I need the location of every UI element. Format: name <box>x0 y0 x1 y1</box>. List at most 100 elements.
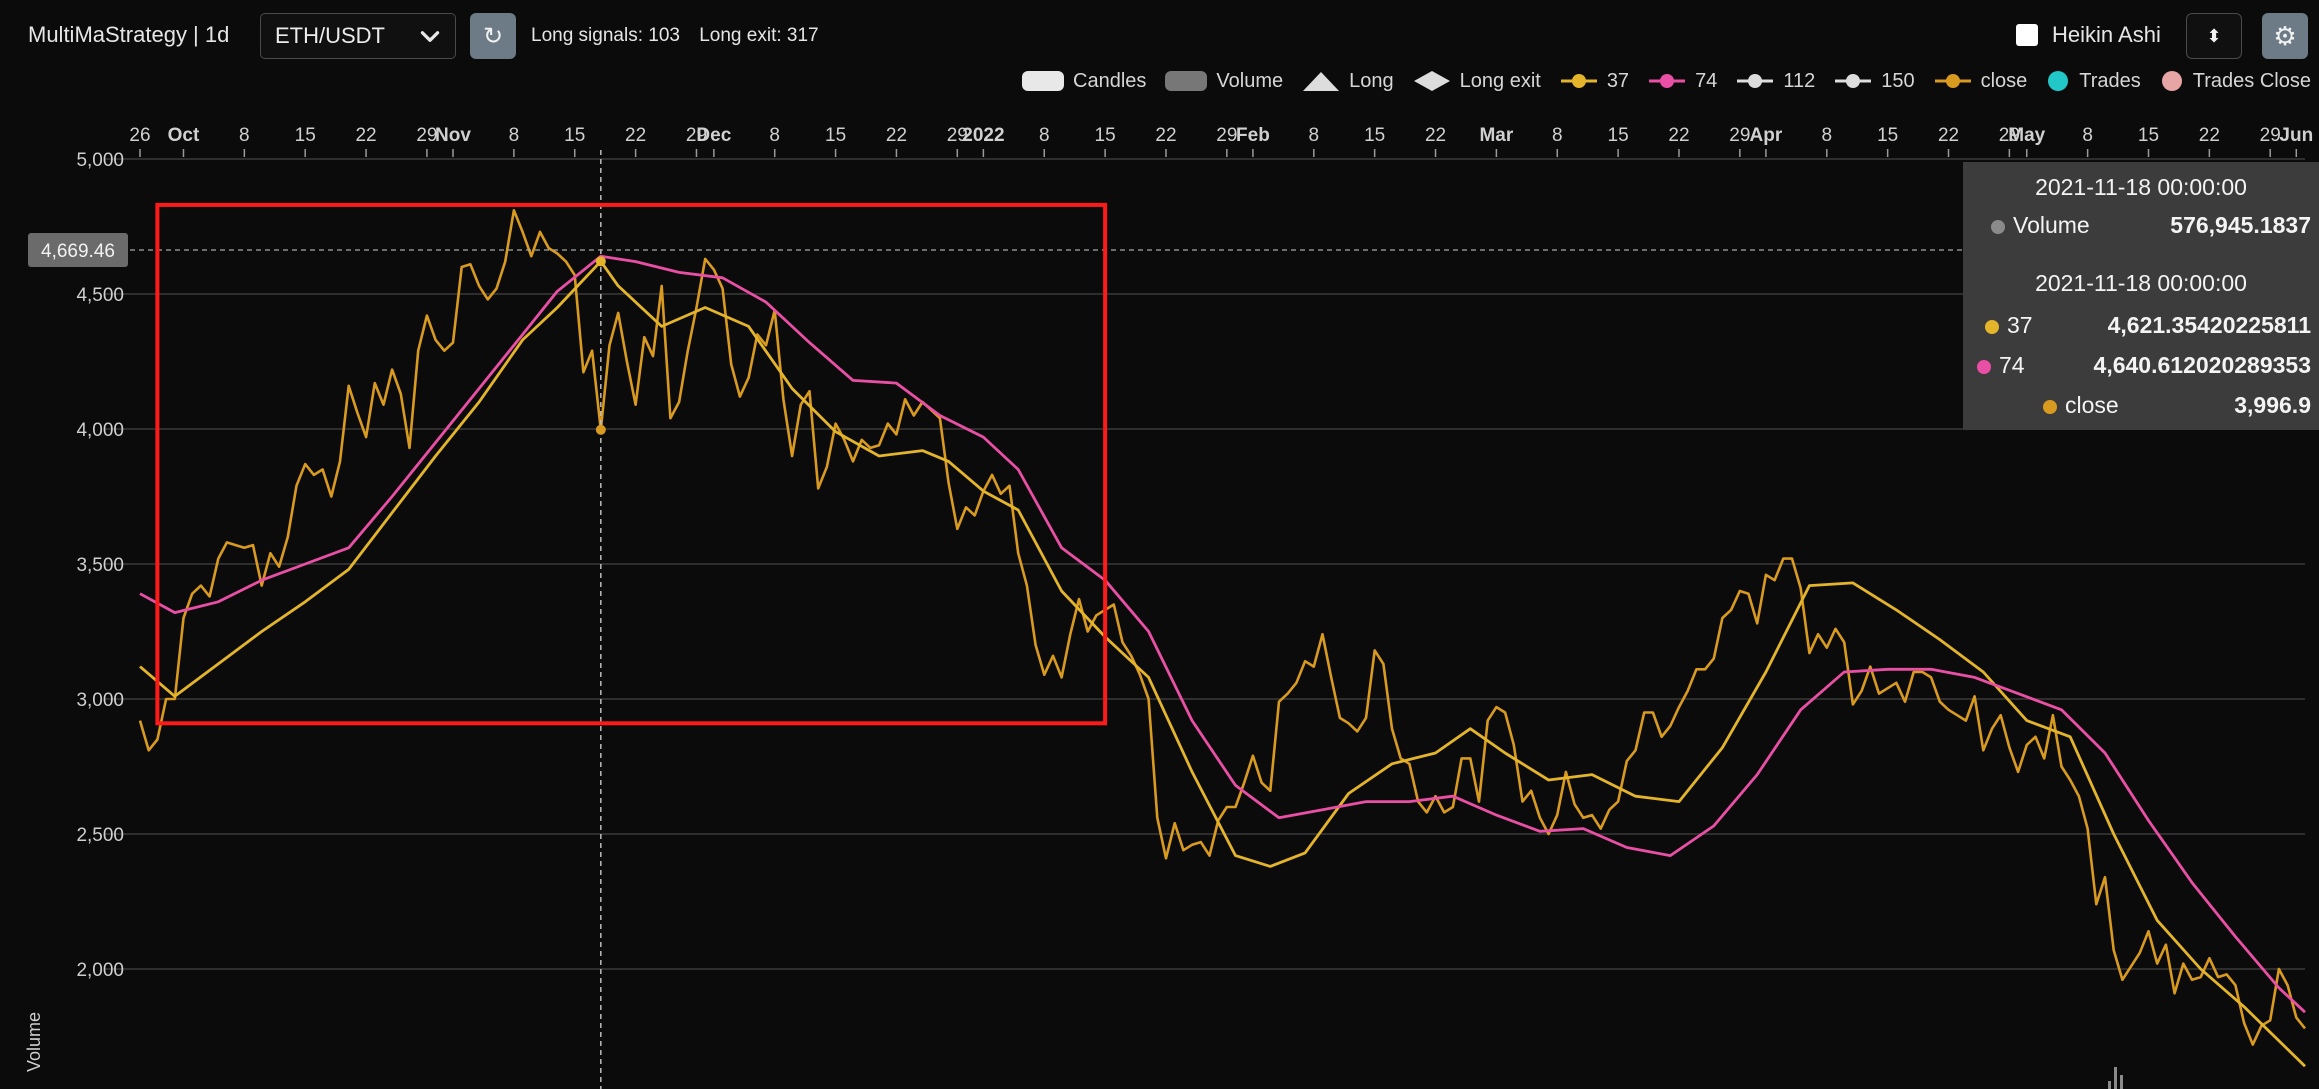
legend-label: Trades <box>2079 69 2141 92</box>
x-tick-label: 8 <box>1039 125 1050 146</box>
line-dot-icon <box>1934 74 1971 88</box>
x-tick-label: 8 <box>1552 125 1563 146</box>
line-dot-icon <box>1649 74 1686 88</box>
x-tick-label: 15 <box>1608 125 1629 146</box>
y-tick-label: 3,500 <box>76 555 124 576</box>
tooltip-series-value: 3,996.9 <box>2234 392 2311 418</box>
legend-label: close <box>1980 69 2028 92</box>
highlight-box <box>155 202 1108 726</box>
x-tick-label: 15 <box>1877 125 1898 146</box>
signal-counts: Long signals: 103 Long exit: 317 <box>531 25 833 47</box>
legend-item-volume[interactable]: Volume <box>1164 69 1283 93</box>
x-tick-label: 22 <box>625 125 646 146</box>
x-tick-label: 29 <box>2260 125 2281 146</box>
legend-swatch-icon <box>1022 71 1065 91</box>
y-tick-label: 2,500 <box>76 825 124 846</box>
x-tick-label: 15 <box>1364 125 1385 146</box>
legend-item-long-exit[interactable]: Long exit <box>1412 69 1541 93</box>
long-signals-count: Long signals: 103 <box>531 25 680 46</box>
tooltip-date-1: 2021-11-18 00:00:00 <box>2035 174 2247 200</box>
legend-label: 112 <box>1783 69 1816 92</box>
volume-bar <box>2108 1081 2111 1089</box>
close-marker <box>595 424 606 435</box>
legend-item-close[interactable]: close <box>1933 69 2028 93</box>
series-dot-icon <box>1985 319 1999 334</box>
pair-value: ETH/USDT <box>275 23 385 48</box>
x-tick-label: 15 <box>825 125 846 146</box>
legend-label: 150 <box>1881 69 1915 92</box>
chevron-down-icon <box>420 31 440 42</box>
x-tick-label: Mar <box>1479 125 1513 146</box>
x-tick-label: Feb <box>1236 125 1270 146</box>
x-tick-label: 15 <box>1095 125 1116 146</box>
x-tick-label: 22 <box>1668 125 1689 146</box>
legend-label: 37 <box>1606 69 1630 92</box>
legend-item-candles[interactable]: Candles <box>1021 69 1146 93</box>
chart-tooltip: 2021-11-18 00:00:00 Volume 576,945.1837 … <box>1963 162 2319 430</box>
volume-bar <box>2120 1075 2123 1089</box>
x-tick-label: 8 <box>239 125 250 146</box>
heikin-ashi-label: Heikin Ashi <box>2052 22 2161 47</box>
tooltip-series-value: 4,640.612020289353 <box>2093 352 2311 378</box>
tooltip-volume-value: 576,945.1837 <box>2170 212 2311 238</box>
strategy-title: MultiMaStrategy | 1d <box>28 22 230 47</box>
x-tick-label: 8 <box>1309 125 1320 146</box>
tooltip-series-name: 37 <box>2007 312 2033 338</box>
tooltip-series-row: close 3,996.9 <box>1963 392 2319 424</box>
x-tick-label: 22 <box>355 125 376 146</box>
toolbar: MultiMaStrategy | 1d ETH/USDT ↻ Long sig… <box>0 0 2319 70</box>
x-tick-label: 15 <box>2138 125 2159 146</box>
legend-item-long[interactable]: Long <box>1301 69 1394 93</box>
heikin-ashi-checkbox[interactable] <box>2016 24 2038 46</box>
tooltip-volume-row: Volume 576,945.1837 <box>1963 212 2319 244</box>
volume-dot-icon <box>1991 219 2005 234</box>
legend-label: Long <box>1349 69 1394 92</box>
x-tick-label: 15 <box>295 125 316 146</box>
x-tick-label: 8 <box>1821 125 1832 146</box>
crosshair-price-label: 4,669.46 <box>41 241 115 262</box>
x-tick-label: 29 <box>1729 125 1750 146</box>
tooltip-series-name: 74 <box>1999 352 2025 378</box>
series-dot-icon <box>2043 399 2057 414</box>
ma37-marker <box>595 256 606 267</box>
tooltip-series-value: 4,621.35420225811 <box>2107 312 2311 338</box>
x-tick-label: 8 <box>2082 125 2093 146</box>
x-tick-label: 15 <box>564 125 585 146</box>
legend-item-37[interactable]: 37 <box>1559 69 1629 93</box>
legend-label: Candles <box>1073 69 1147 92</box>
x-tick-label: 29 <box>1216 125 1237 146</box>
x-tick-label: 8 <box>769 125 780 146</box>
x-tick-label: 22 <box>2199 125 2220 146</box>
legend-item-150[interactable]: 150 <box>1833 69 1915 93</box>
x-tick-label: 2022 <box>962 125 1004 146</box>
x-tick-label: Oct <box>168 125 200 146</box>
long-exit-count: Long exit: 317 <box>699 25 819 46</box>
settings-button[interactable]: ⚙ <box>2262 13 2308 59</box>
x-tick-label: Nov <box>435 125 471 146</box>
legend-label: Long exit <box>1459 69 1541 92</box>
legend-item-112[interactable]: 112 <box>1735 69 1815 93</box>
x-tick-label: Jun <box>2279 125 2313 146</box>
y-tick-label: 5,000 <box>76 150 124 171</box>
pair-select[interactable]: ETH/USDT <box>260 13 456 59</box>
refresh-icon: ↻ <box>482 22 504 50</box>
legend-label: Trades Close <box>2192 69 2311 92</box>
up-down-arrows-icon: ⬍ <box>2206 25 2222 46</box>
x-tick-label: 8 <box>509 125 520 146</box>
gear-icon: ⚙ <box>2273 20 2297 51</box>
refresh-button[interactable]: ↻ <box>470 13 516 59</box>
chart-select-stepper[interactable]: ⬍ <box>2186 13 2242 59</box>
legend-item-trades[interactable]: Trades <box>2045 69 2141 93</box>
tooltip-series-row: 37 4,621.35420225811 <box>1963 312 2319 344</box>
x-tick-label: 22 <box>1938 125 1959 146</box>
y-tick-label: 2,000 <box>76 960 124 981</box>
legend-item-trades-close[interactable]: Trades Close <box>2159 69 2311 93</box>
legend-label: 74 <box>1695 69 1718 92</box>
legend-item-74[interactable]: 74 <box>1647 69 1717 93</box>
y-tick-label: 3,000 <box>76 690 124 711</box>
x-tick-label: 22 <box>1155 125 1176 146</box>
x-tick-label: 22 <box>1425 125 1446 146</box>
legend-swatch-icon <box>1165 71 1208 91</box>
volume-bar <box>2114 1067 2117 1089</box>
line-dot-icon <box>1835 74 1872 88</box>
